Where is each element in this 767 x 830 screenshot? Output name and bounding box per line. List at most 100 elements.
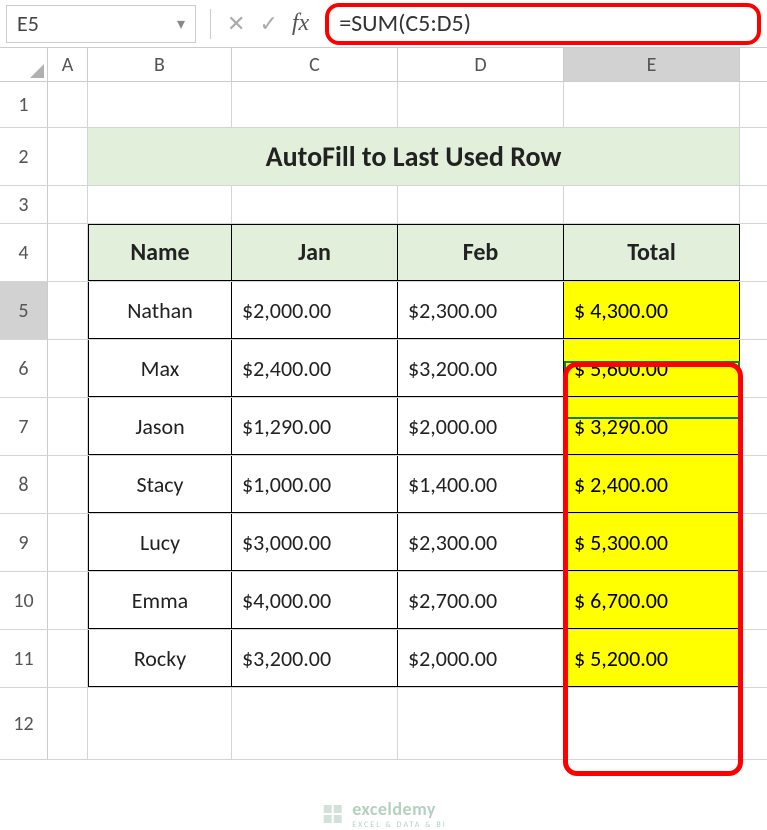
cell-total-3[interactable]: $ 2,400.00 — [564, 456, 740, 513]
column-headers: A B C D E — [0, 48, 767, 82]
exceldemy-icon — [320, 802, 344, 826]
cell-total-0[interactable]: $ 4,300.00 — [564, 282, 740, 339]
separator — [210, 9, 211, 39]
cell-A8[interactable] — [48, 456, 88, 513]
row-2: 2 AutoFill to Last Used Row — [0, 128, 767, 186]
cell-D1[interactable] — [398, 82, 564, 127]
cancel-icon[interactable]: ✕ — [227, 10, 245, 37]
cell-A9[interactable] — [48, 514, 88, 571]
cell-feb-1[interactable]: $3,200.00 — [398, 340, 564, 397]
row-3: 3 — [0, 186, 767, 224]
cell-jan-4[interactable]: $3,000.00 — [232, 514, 398, 571]
cell-B3[interactable] — [88, 186, 232, 223]
row-header-8[interactable]: 8 — [0, 456, 48, 513]
cell-feb-6[interactable]: $2,000.00 — [398, 630, 564, 687]
cell-jan-6[interactable]: $3,200.00 — [232, 630, 398, 687]
cell-D3[interactable] — [398, 186, 564, 223]
row-header-3[interactable]: 3 — [0, 186, 48, 223]
cell-total-1[interactable]: $ 5,600.00 — [564, 340, 740, 397]
cell-name-5[interactable]: Emma — [88, 572, 232, 629]
cell-jan-0[interactable]: $2,000.00 — [232, 282, 398, 339]
cell-name-6[interactable]: Rocky — [88, 630, 232, 687]
row-header-7[interactable]: 7 — [0, 398, 48, 455]
cell-jan-5[interactable]: $4,000.00 — [232, 572, 398, 629]
cell-A5[interactable] — [48, 282, 88, 339]
cell-total-5[interactable]: $ 6,700.00 — [564, 572, 740, 629]
cell-A1[interactable] — [48, 82, 88, 127]
cell-E12[interactable] — [564, 688, 740, 759]
cell-feb-4[interactable]: $2,300.00 — [398, 514, 564, 571]
cell-jan-1[interactable]: $2,400.00 — [232, 340, 398, 397]
confirm-icon[interactable]: ✓ — [259, 10, 277, 37]
row-header-5[interactable]: 5 — [0, 282, 48, 339]
cell-C1[interactable] — [232, 82, 398, 127]
chevron-down-icon[interactable]: ▾ — [177, 14, 185, 34]
row-header-9[interactable]: 9 — [0, 514, 48, 571]
cell-name-2[interactable]: Jason — [88, 398, 232, 455]
col-header-A[interactable]: A — [48, 48, 88, 81]
cell-jan-2[interactable]: $1,290.00 — [232, 398, 398, 455]
cell-E1[interactable] — [564, 82, 740, 127]
cell-name-3[interactable]: Stacy — [88, 456, 232, 513]
row-4: 4 Name Jan Feb Total — [0, 224, 767, 282]
cell-feb-3[interactable]: $1,400.00 — [398, 456, 564, 513]
cell-A7[interactable] — [48, 398, 88, 455]
header-jan[interactable]: Jan — [232, 224, 398, 281]
row-header-12[interactable]: 12 — [0, 688, 48, 759]
cell-name-1[interactable]: Max — [88, 340, 232, 397]
cell-B12[interactable] — [88, 688, 232, 759]
header-name[interactable]: Name — [88, 224, 232, 281]
col-header-E[interactable]: E — [564, 48, 740, 81]
cell-feb-0[interactable]: $2,300.00 — [398, 282, 564, 339]
cell-B1[interactable] — [88, 82, 232, 127]
row-header-4[interactable]: 4 — [0, 224, 48, 281]
row-header-1[interactable]: 1 — [0, 82, 48, 127]
formula-input[interactable]: =SUM(C5:D5) — [339, 9, 471, 38]
cell-C12[interactable] — [232, 688, 398, 759]
cell-name-4[interactable]: Lucy — [88, 514, 232, 571]
row-5: 5 Nathan $2,000.00 $2,300.00 $ 4,300.00 — [0, 282, 767, 340]
cell-E3[interactable] — [564, 186, 740, 223]
row-7: 7 Jason $1,290.00 $2,000.00 $ 3,290.00 — [0, 398, 767, 456]
cell-jan-3[interactable]: $1,000.00 — [232, 456, 398, 513]
col-header-C[interactable]: C — [232, 48, 398, 81]
cell-feb-2[interactable]: $2,000.00 — [398, 398, 564, 455]
row-8: 8 Stacy $1,000.00 $1,400.00 $ 2,400.00 — [0, 456, 767, 514]
cell-feb-5[interactable]: $2,700.00 — [398, 572, 564, 629]
row-1: 1 — [0, 82, 767, 128]
cell-total-6[interactable]: $ 5,200.00 — [564, 630, 740, 687]
cell-A2[interactable] — [48, 128, 88, 185]
cell-A12[interactable] — [48, 688, 88, 759]
select-all-triangle[interactable] — [0, 48, 48, 81]
cell-A11[interactable] — [48, 630, 88, 687]
fx-icon[interactable]: fx — [292, 10, 309, 37]
header-total[interactable]: Total — [564, 224, 740, 281]
cell-A6[interactable] — [48, 340, 88, 397]
row-header-11[interactable]: 11 — [0, 630, 48, 687]
formula-callout: =SUM(C5:D5) — [325, 3, 761, 45]
watermark-tagline: EXCEL & DATA & BI — [352, 820, 447, 830]
spreadsheet-grid: A B C D E 1 2 AutoFill to Last Used Row … — [0, 48, 767, 760]
row-header-10[interactable]: 10 — [0, 572, 48, 629]
formula-bar-icons: ✕ ✓ fx — [217, 10, 319, 37]
cell-A3[interactable] — [48, 186, 88, 223]
col-header-D[interactable]: D — [398, 48, 564, 81]
row-12: 12 — [0, 688, 767, 760]
rows-container: 1 2 AutoFill to Last Used Row 3 4 Name — [0, 82, 767, 760]
cell-A10[interactable] — [48, 572, 88, 629]
cell-D12[interactable] — [398, 688, 564, 759]
row-header-6[interactable]: 6 — [0, 340, 48, 397]
name-box[interactable]: E5 ▾ — [6, 5, 196, 43]
header-feb[interactable]: Feb — [398, 224, 564, 281]
formula-bar: E5 ▾ ✕ ✓ fx =SUM(C5:D5) — [0, 0, 767, 48]
row-6: 6 Max $2,400.00 $3,200.00 $ 5,600.00 — [0, 340, 767, 398]
row-header-2[interactable]: 2 — [0, 128, 48, 185]
cell-total-2[interactable]: $ 3,290.00 — [564, 398, 740, 455]
col-header-B[interactable]: B — [88, 48, 232, 81]
title-cell[interactable]: AutoFill to Last Used Row — [88, 128, 740, 185]
cell-total-4[interactable]: $ 5,300.00 — [564, 514, 740, 571]
cell-A4[interactable] — [48, 224, 88, 281]
cell-name-0[interactable]: Nathan — [88, 282, 232, 339]
cell-C3[interactable] — [232, 186, 398, 223]
row-11: 11 Rocky $3,200.00 $2,000.00 $ 5,200.00 — [0, 630, 767, 688]
